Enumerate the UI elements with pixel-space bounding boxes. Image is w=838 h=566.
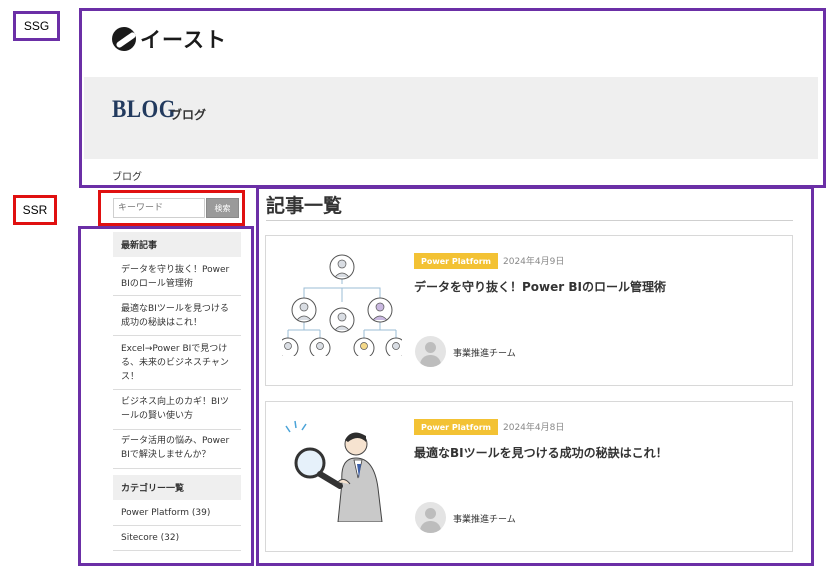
article-card[interactable]: Power Platform 2024年4月9日 データを守り抜く！Power …: [265, 235, 793, 386]
author-avatar: [415, 336, 446, 367]
breadcrumb[interactable]: ブログ: [112, 168, 142, 183]
sidebar-category-item[interactable]: Sitecore (32): [113, 527, 241, 551]
category-badge[interactable]: Power Platform: [414, 253, 498, 269]
article-list-title: 記事一覧: [266, 195, 343, 217]
man-with-magnifier-illustration-icon: [282, 418, 402, 523]
logo-text: イースト: [140, 28, 227, 52]
site-logo[interactable]: イースト: [112, 24, 227, 54]
ssg-annotation-label: SSG: [13, 11, 60, 41]
sidebar-recent-item[interactable]: データを守り抜く！Power BIのロール管理術: [113, 260, 241, 296]
category-list-heading: カテゴリー一覧: [113, 475, 241, 500]
blog-hero-title: BLOG: [112, 96, 176, 123]
article-date: 2024年4月8日: [503, 423, 565, 433]
sidebar-recent-item[interactable]: ビジネス向上のカギ！BIツールの賢い使い方: [113, 392, 241, 430]
category-badge[interactable]: Power Platform: [414, 419, 498, 435]
org-chart-people-illustration-icon: [277, 252, 407, 359]
sidebar-recent-item[interactable]: Excel→Power BIで見つける、未来のビジネスチャンス！: [113, 338, 241, 390]
sidebar-recent-item[interactable]: データ活用の悩み、Power BIで解決しませんか？: [113, 431, 241, 469]
blog-hero-subtitle: ブログ: [170, 108, 207, 122]
recent-posts-heading: 最新記事: [113, 232, 241, 257]
author-avatar: [415, 502, 446, 533]
author-name: 事業推進チーム: [453, 515, 516, 525]
sidebar-category-item[interactable]: Power Platform (39): [113, 502, 241, 526]
article-title[interactable]: 最適なBIツールを見つける成功の秘訣はこれ！: [414, 444, 668, 461]
search-input[interactable]: [113, 198, 205, 218]
sidebar-recent-item[interactable]: 最適なBIツールを見つける成功の秘訣はこれ！: [113, 298, 241, 336]
article-date: 2024年4月9日: [503, 257, 565, 267]
logo-mark-icon: [112, 27, 136, 51]
title-divider: [266, 220, 793, 221]
article-title[interactable]: データを守り抜く！Power BIのロール管理術: [414, 278, 666, 295]
search-button[interactable]: 検索: [206, 198, 239, 218]
ssr-annotation-label: SSR: [13, 195, 57, 225]
author-name: 事業推進チーム: [453, 349, 516, 359]
article-card[interactable]: Power Platform 2024年4月8日 最適なBIツールを見つける成功…: [265, 401, 793, 552]
